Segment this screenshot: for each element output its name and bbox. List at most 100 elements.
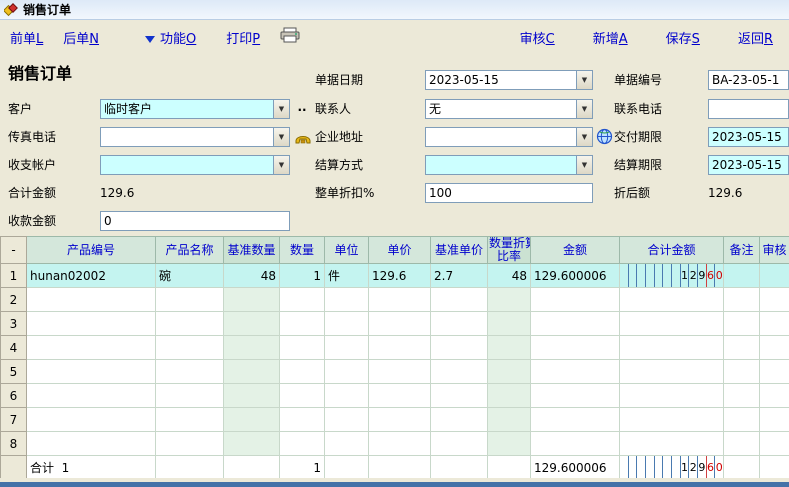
cell-product-no[interactable] [27, 360, 156, 384]
doc-date-field[interactable]: 2023-05-15 ▼ [425, 70, 593, 90]
cell-product-name[interactable] [156, 432, 224, 456]
cell-remark[interactable] [724, 264, 760, 288]
cell-ratio[interactable] [488, 312, 531, 336]
cell-unit[interactable] [325, 408, 369, 432]
print-button[interactable]: 打印P [226, 28, 260, 47]
cell-product-no[interactable] [27, 312, 156, 336]
delivery-due-input[interactable] [708, 127, 789, 147]
cell-unit[interactable] [325, 384, 369, 408]
fax-dropdown-icon[interactable]: ▼ [273, 128, 289, 146]
cell-audit[interactable] [760, 384, 789, 408]
cell-product-no[interactable] [27, 432, 156, 456]
doc-no-input[interactable] [708, 70, 789, 90]
cell-base-price[interactable] [431, 432, 488, 456]
cell-remark[interactable] [724, 384, 760, 408]
cell-unit[interactable] [325, 312, 369, 336]
cell-remark[interactable] [724, 360, 760, 384]
cell-price[interactable] [369, 288, 431, 312]
cell-product-name[interactable] [156, 288, 224, 312]
customer-dropdown-icon[interactable]: ▼ [273, 100, 289, 118]
cell-ratio[interactable] [488, 336, 531, 360]
cell-remark[interactable] [724, 432, 760, 456]
cell-base-qty[interactable]: 48 [224, 264, 280, 288]
cell-price[interactable] [369, 312, 431, 336]
cell-qty[interactable] [280, 432, 325, 456]
customer-field[interactable]: 临时客户 ▼ [100, 99, 290, 119]
cell-ratio[interactable] [488, 432, 531, 456]
save-button[interactable]: 保存S [666, 28, 700, 47]
row-number[interactable]: 3 [1, 312, 27, 336]
cell-base-qty[interactable] [224, 384, 280, 408]
cell-ratio[interactable] [488, 384, 531, 408]
add-new-button[interactable]: 新增A [593, 28, 628, 47]
row-number[interactable]: 7 [1, 408, 27, 432]
cell-audit[interactable] [760, 336, 789, 360]
cell-base-price[interactable] [431, 288, 488, 312]
cell-base-price[interactable] [431, 360, 488, 384]
row-number[interactable]: 5 [1, 360, 27, 384]
cell-unit[interactable] [325, 336, 369, 360]
cell-product-no[interactable]: hunan02002 [27, 264, 156, 288]
cell-ledger-amount[interactable] [620, 288, 724, 312]
cell-base-price[interactable]: 2.7 [431, 264, 488, 288]
cell-price[interactable] [369, 432, 431, 456]
cell-audit[interactable] [760, 288, 789, 312]
cell-ledger-amount[interactable] [620, 384, 724, 408]
cell-price[interactable]: 129.6 [369, 264, 431, 288]
cell-base-price[interactable] [431, 384, 488, 408]
cell-price[interactable] [369, 384, 431, 408]
cell-base-qty[interactable] [224, 408, 280, 432]
cell-amount[interactable] [531, 360, 620, 384]
cell-audit[interactable] [760, 312, 789, 336]
fax-field[interactable]: ▼ [100, 127, 290, 147]
cell-base-price[interactable] [431, 408, 488, 432]
received-input[interactable] [100, 211, 290, 231]
cell-ledger-amount[interactable] [620, 408, 724, 432]
cell-unit[interactable] [325, 432, 369, 456]
cell-base-qty[interactable] [224, 360, 280, 384]
cell-qty[interactable] [280, 408, 325, 432]
contact-field[interactable]: 无 ▼ [425, 99, 593, 119]
cell-unit[interactable]: 件 [325, 264, 369, 288]
cell-audit[interactable] [760, 408, 789, 432]
globe-icon[interactable] [596, 128, 614, 146]
cell-base-qty[interactable] [224, 288, 280, 312]
cell-amount[interactable]: 129.600006 [531, 264, 620, 288]
cell-amount[interactable] [531, 432, 620, 456]
cell-audit[interactable] [760, 264, 789, 288]
cell-product-name[interactable]: 碗 [156, 264, 224, 288]
cell-qty[interactable] [280, 312, 325, 336]
cell-ratio[interactable] [488, 360, 531, 384]
back-button[interactable]: 返回R [738, 28, 773, 47]
audit-button[interactable]: 审核C [520, 28, 555, 47]
cell-product-no[interactable] [27, 384, 156, 408]
cell-amount[interactable] [531, 336, 620, 360]
cell-product-name[interactable] [156, 384, 224, 408]
cell-remark[interactable] [724, 336, 760, 360]
cell-price[interactable] [369, 408, 431, 432]
cell-base-qty[interactable] [224, 432, 280, 456]
address-dropdown-icon[interactable]: ▼ [576, 128, 592, 146]
cell-ledger-amount[interactable] [620, 360, 724, 384]
cell-remark[interactable] [724, 408, 760, 432]
cell-base-price[interactable] [431, 336, 488, 360]
cell-amount[interactable] [531, 408, 620, 432]
cell-amount[interactable] [531, 384, 620, 408]
cell-base-qty[interactable] [224, 336, 280, 360]
cell-unit[interactable] [325, 288, 369, 312]
cell-ratio[interactable] [488, 288, 531, 312]
cell-product-no[interactable] [27, 336, 156, 360]
contact-dropdown-icon[interactable]: ▼ [576, 100, 592, 118]
doc-date-dropdown-icon[interactable]: ▼ [576, 71, 592, 89]
cell-qty[interactable] [280, 384, 325, 408]
row-number[interactable]: 4 [1, 336, 27, 360]
cell-audit[interactable] [760, 432, 789, 456]
settle-due-input[interactable] [708, 155, 789, 175]
account-dropdown-icon[interactable]: ▼ [273, 156, 289, 174]
cell-product-name[interactable] [156, 408, 224, 432]
settle-method-dropdown-icon[interactable]: ▼ [576, 156, 592, 174]
cell-qty[interactable] [280, 336, 325, 360]
cell-product-name[interactable] [156, 360, 224, 384]
contact-phone-input[interactable] [708, 99, 789, 119]
account-field[interactable]: ▼ [100, 155, 290, 175]
